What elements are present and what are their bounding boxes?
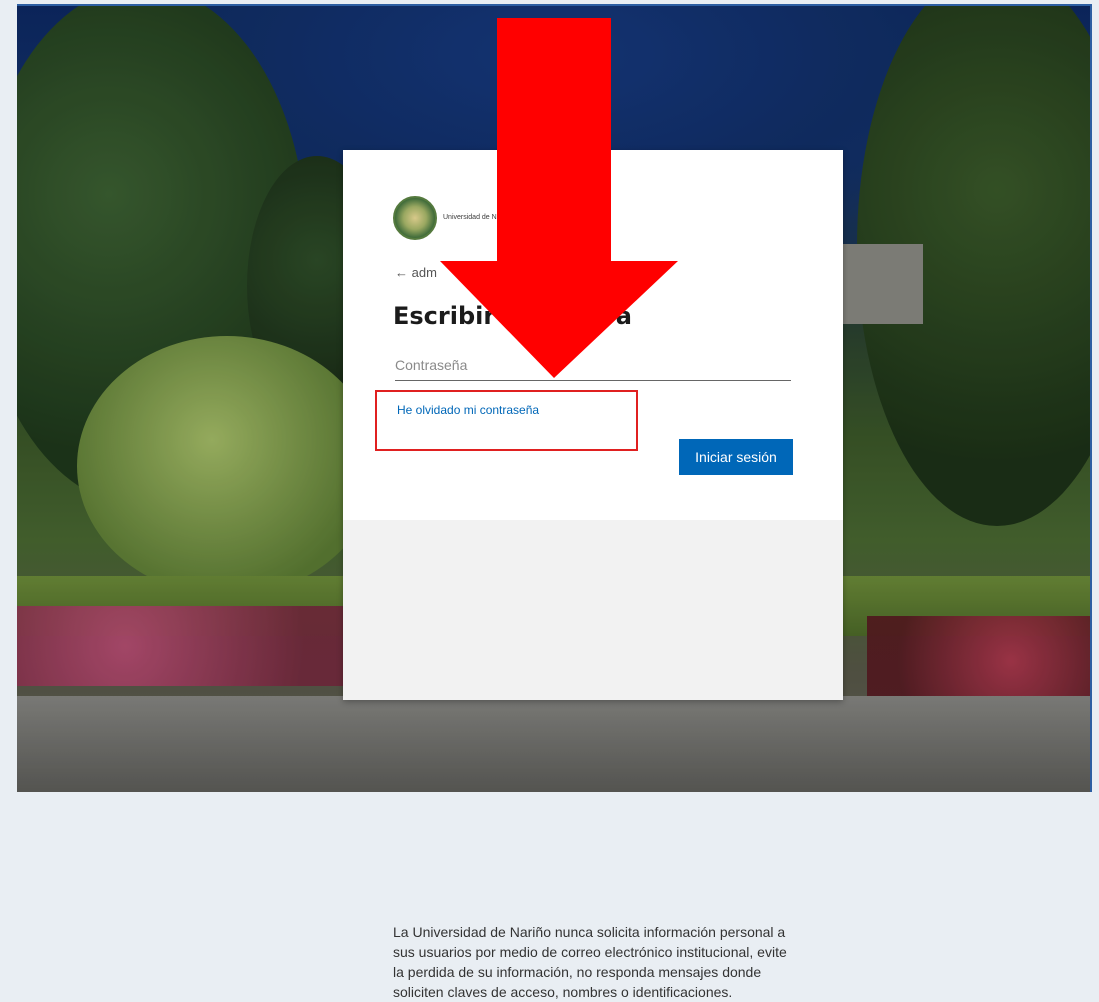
account-label: ← adm [395, 265, 437, 280]
red-arrow-icon [440, 18, 678, 378]
security-notice-panel: La Universidad de Nariño nunca solicita … [343, 520, 843, 1000]
security-notice-text: La Universidad de Nariño nunca solicita … [393, 924, 787, 1000]
back-account-link[interactable]: ← adm [395, 265, 437, 280]
sign-in-button[interactable]: Iniciar sesión [679, 439, 793, 475]
university-seal-icon [393, 196, 437, 240]
forgot-link-highlight-box [375, 390, 638, 451]
